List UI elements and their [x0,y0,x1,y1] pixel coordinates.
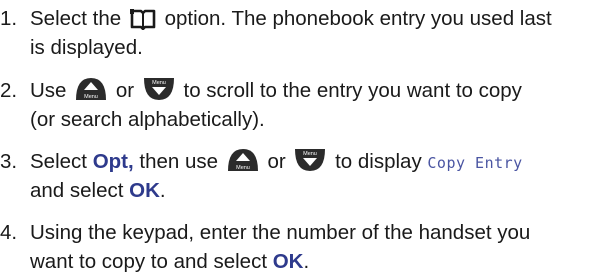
step-number: 4. [0,221,18,244]
menu-key-caption: Menu [84,94,98,100]
nav-up-menu-key-icon: Menu [226,147,260,181]
step-text: Select the [30,7,122,30]
menu-key-caption: Menu [304,151,318,157]
step-number: 1. [0,7,18,30]
step-number: 2. [0,79,18,102]
step-4: 4. Using the keypad, enter the number of … [0,218,601,276]
step-text: to scroll to the entry you want to copy [183,79,522,102]
step-2: 2. Use Menu or Menu to scroll to the entr… [0,76,601,134]
step-text: Use [30,79,67,102]
step-1: 1. Select the option. The phonebook entry… [0,4,601,62]
ok-softkey-label: OK [272,250,304,273]
step-text: option. The phonebook entry you used las… [164,7,552,30]
step-text: want to copy to and select [30,250,268,273]
step-text: (or search alphabetically). [30,108,265,131]
step-text: is displayed. [30,36,143,59]
step-text: then use [139,150,219,173]
step-text: . [303,250,310,273]
opt-softkey-label: Opt, [92,150,134,173]
menu-key-caption: Menu [152,80,166,86]
lcd-display-text: Copy Entry [427,154,523,172]
step-text: to display [335,150,422,173]
nav-down-menu-key-icon: Menu [293,147,327,181]
step-number: 3. [0,150,18,173]
or-text: or [115,79,135,102]
ok-softkey-label: OK [129,179,160,202]
step-text: and select [30,179,124,202]
step-text: . [159,179,166,202]
or-text: or [267,150,286,173]
instruction-steps: 1. Select the option. The phonebook entry… [0,0,601,279]
step-3: 3. Select Opt, then use Menu or Menu to d… [0,147,601,205]
step-text: Select [30,150,87,173]
menu-key-caption: Menu [236,165,250,171]
step-text: Using the keypad, enter the number of th… [30,221,531,244]
